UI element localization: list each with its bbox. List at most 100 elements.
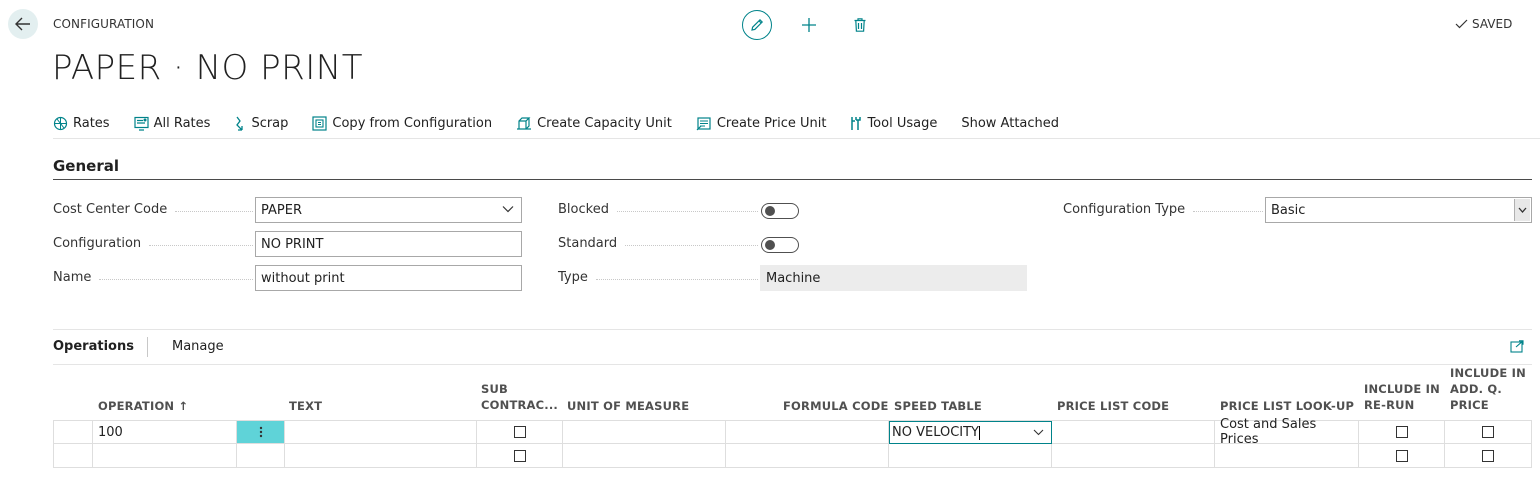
- arrow-left-icon: [15, 17, 30, 31]
- trash-icon: [854, 18, 866, 32]
- include-addq-price-cell[interactable]: [1445, 444, 1532, 468]
- back-button[interactable]: [8, 9, 38, 39]
- operation-cell[interactable]: [93, 444, 237, 468]
- standard-label: Standard: [558, 236, 758, 251]
- subcontract-cell[interactable]: [477, 444, 563, 468]
- operation-cell[interactable]: 100: [93, 421, 237, 444]
- rates-action[interactable]: Rates: [53, 116, 110, 131]
- rates-label: Rates: [73, 115, 110, 131]
- configuration-type-dropdown-button[interactable]: [1514, 199, 1530, 221]
- saved-label: SAVED: [1472, 17, 1513, 31]
- row-selector[interactable]: [53, 444, 93, 468]
- create-capacity-unit-action[interactable]: Create Capacity Unit: [516, 116, 672, 131]
- tool-usage-label: Tool Usage: [867, 115, 938, 131]
- cost-center-code-select[interactable]: PAPER: [255, 197, 522, 223]
- edit-button[interactable]: [742, 10, 772, 40]
- row-actions-button[interactable]: [237, 421, 285, 444]
- cost-center-code-label: Cost Center Code: [53, 202, 253, 217]
- formula-code-cell[interactable]: [726, 421, 889, 444]
- scrap-label: Scrap: [251, 115, 289, 131]
- copy-from-configuration-action[interactable]: Copy from Configuration: [312, 116, 492, 131]
- delete-button[interactable]: [847, 12, 873, 38]
- scrap-icon: [236, 116, 244, 131]
- text-cell[interactable]: [285, 444, 477, 468]
- col-subcontract[interactable]: SUB CONTRAC...: [481, 381, 558, 413]
- standard-toggle[interactable]: [761, 237, 799, 253]
- price-list-code-cell[interactable]: [1052, 421, 1215, 444]
- tab-operations[interactable]: Operations: [53, 339, 134, 354]
- configuration-type-select[interactable]: Basic: [1265, 197, 1532, 223]
- all-rates-action[interactable]: All Rates: [133, 115, 211, 131]
- capacity-unit-icon: [517, 116, 532, 130]
- include-rerun-checkbox[interactable]: [1395, 426, 1408, 438]
- general-section-rule: [53, 179, 1532, 180]
- col-price-list-code[interactable]: PRICE LIST CODE: [1057, 398, 1169, 414]
- include-rerun-cell[interactable]: [1359, 421, 1445, 444]
- row-actions-cell: [237, 444, 285, 468]
- checkmark-icon: [1455, 19, 1468, 29]
- include-addq-price-cell[interactable]: [1445, 421, 1532, 444]
- row-selector[interactable]: [53, 421, 93, 444]
- breadcrumb[interactable]: CONFIGURATION: [53, 17, 154, 31]
- col-include-in-rerun[interactable]: INCLUDE IN RE-RUN: [1364, 381, 1440, 413]
- speed-table-cell[interactable]: [889, 444, 1052, 468]
- price-list-code-cell[interactable]: [1052, 444, 1215, 468]
- pencil-icon: [751, 18, 764, 31]
- expand-part-button[interactable]: [1510, 340, 1524, 357]
- col-include-in-add-q-price[interactable]: INCLUDE IN ADD. Q. PRICE: [1450, 365, 1526, 413]
- col-text[interactable]: TEXT: [289, 398, 322, 414]
- copy-icon: [312, 115, 328, 131]
- include-addq-price-checkbox[interactable]: [1482, 449, 1494, 462]
- saved-status: SAVED: [1455, 17, 1512, 31]
- create-price-unit-action[interactable]: Create Price Unit: [696, 116, 826, 131]
- general-section-title[interactable]: General: [53, 157, 119, 175]
- sort-ascending-icon: ↑: [178, 399, 189, 413]
- expand-icon: [1510, 340, 1524, 353]
- tab-separator: [147, 337, 148, 357]
- blocked-toggle[interactable]: [761, 203, 799, 219]
- show-attached-action[interactable]: Show Attached: [961, 116, 1059, 131]
- price-list-lookup-cell[interactable]: Cost and Sales Prices: [1215, 417, 1359, 447]
- name-input[interactable]: without print: [255, 265, 522, 291]
- include-rerun-cell[interactable]: [1359, 444, 1445, 468]
- price-list-lookup-cell[interactable]: [1215, 444, 1359, 468]
- text-cell[interactable]: [285, 421, 477, 444]
- scrap-action[interactable]: Scrap: [234, 116, 288, 131]
- chevron-down-icon: [1033, 429, 1044, 436]
- formula-code-cell[interactable]: [726, 444, 889, 468]
- speed-table-select[interactable]: NO VELOCITY: [889, 421, 1052, 444]
- col-operation[interactable]: OPERATION ↑: [98, 398, 188, 414]
- price-unit-icon: [696, 116, 711, 130]
- col-speed-table[interactable]: SPEED TABLE: [894, 398, 982, 414]
- unit-of-measure-cell[interactable]: [563, 444, 726, 468]
- chevron-down-icon: [1518, 207, 1527, 213]
- configuration-type-label: Configuration Type: [1063, 202, 1263, 217]
- tab-manage[interactable]: Manage: [172, 339, 224, 354]
- create-capacity-unit-label: Create Capacity Unit: [537, 115, 672, 131]
- col-unit-of-measure[interactable]: UNIT OF MEASURE: [567, 398, 689, 414]
- configuration-label: Configuration: [53, 236, 253, 251]
- subcontract-checkbox[interactable]: [513, 449, 526, 462]
- all-rates-icon: [133, 116, 149, 131]
- col-formula-code[interactable]: FORMULA CODE: [783, 398, 889, 414]
- col-price-list-lookup[interactable]: PRICE LIST LOOK-UP: [1220, 398, 1354, 414]
- copy-from-configuration-label: Copy from Configuration: [332, 115, 493, 131]
- unit-of-measure-cell[interactable]: [563, 421, 726, 444]
- grid-top-rule: [53, 364, 1532, 365]
- page-title: PAPER · NO PRINT: [52, 48, 363, 88]
- more-vertical-icon: [259, 426, 262, 438]
- tool-usage-action[interactable]: Tool Usage: [850, 116, 937, 131]
- new-button[interactable]: [796, 12, 822, 38]
- configuration-input[interactable]: NO PRINT: [255, 231, 522, 257]
- subcontract-checkbox[interactable]: [513, 426, 526, 438]
- include-addq-price-checkbox[interactable]: [1482, 426, 1494, 438]
- include-rerun-checkbox[interactable]: [1395, 449, 1408, 462]
- all-rates-label: All Rates: [153, 115, 211, 131]
- action-bar-divider: [53, 138, 1540, 139]
- plus-icon: [802, 18, 816, 32]
- action-bar: Rates All Rates Scrap Copy from Configur…: [53, 112, 1083, 134]
- rates-icon: [53, 116, 68, 130]
- subcontract-cell[interactable]: [477, 421, 563, 444]
- operations-part-divider: [53, 329, 1532, 330]
- name-label: Name: [53, 270, 253, 285]
